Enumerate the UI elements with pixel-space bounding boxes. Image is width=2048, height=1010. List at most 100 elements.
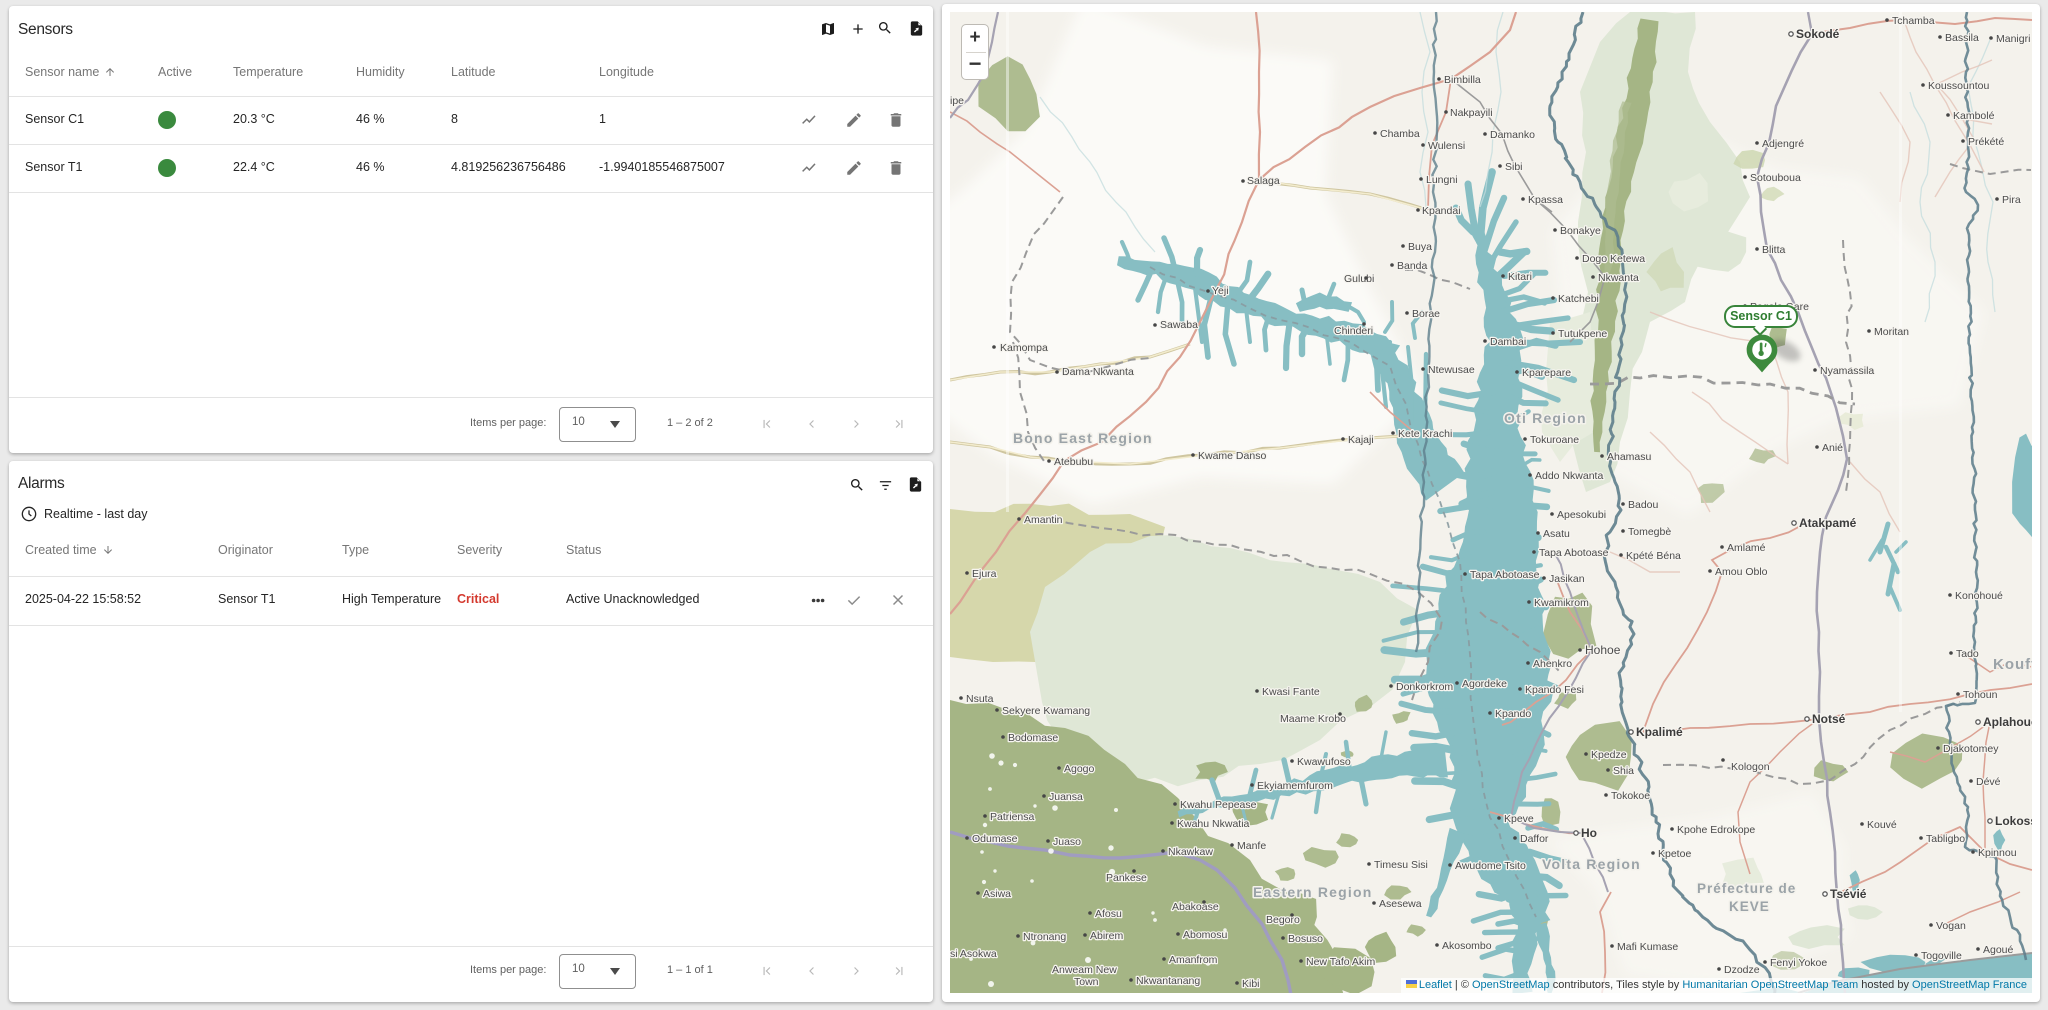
svg-text:Bodomase: Bodomase [1008, 732, 1058, 744]
svg-text:Dzodze: Dzodze [1724, 964, 1760, 976]
svg-text:Blitta: Blitta [1762, 244, 1786, 256]
svg-text:Sekyere Kwamang: Sekyere Kwamang [1002, 705, 1090, 717]
svg-text:Tokokoe: Tokokoe [1611, 790, 1650, 802]
svg-text:Kologon: Kologon [1731, 761, 1770, 773]
svg-text:Aplahoué: Aplahoué [1983, 715, 2032, 729]
svg-text:Begoro: Begoro [1266, 914, 1300, 926]
svg-text:Tokuroane: Tokuroane [1530, 434, 1579, 446]
svg-text:Tapa Abotoase: Tapa Abotoase [1470, 569, 1540, 581]
svg-text:Amantin: Amantin [1024, 514, 1063, 526]
svg-text:Adjengré: Adjengré [1762, 138, 1804, 150]
svg-text:Borae: Borae [1412, 308, 1440, 320]
svg-text:Nyamassila: Nyamassila [1820, 365, 1874, 377]
svg-text:Pira: Pira [2002, 194, 2021, 206]
svg-text:Dama Nkwanta: Dama Nkwanta [1062, 366, 1134, 378]
svg-text:Fenyi Yokoe: Fenyi Yokoe [1770, 957, 1827, 969]
svg-text:Ho: Ho [1581, 826, 1597, 840]
svg-text:Lokossa: Lokossa [1995, 814, 2032, 828]
svg-text:si Asokwa: si Asokwa [950, 948, 997, 960]
svg-text:Sawaba: Sawaba [1160, 319, 1198, 331]
svg-text:Agordeke: Agordeke [1462, 678, 1507, 690]
svg-text:Dogo Ketewa: Dogo Ketewa [1582, 253, 1645, 265]
svg-text:Jasikan: Jasikan [1549, 573, 1585, 585]
svg-text:Awudome Tsito: Awudome Tsito [1455, 860, 1526, 872]
svg-text:Wulensi: Wulensi [1428, 140, 1465, 152]
svg-text:Yeji: Yeji [1212, 285, 1229, 297]
svg-text:Amlamé: Amlamé [1727, 542, 1766, 554]
svg-text:Mafi Kumase: Mafi Kumase [1617, 941, 1678, 953]
svg-text:Shia: Shia [1613, 765, 1634, 777]
svg-text:Eastern Region: Eastern Region [1253, 884, 1373, 900]
svg-text:Kpandai: Kpandai [1422, 205, 1461, 217]
svg-text:Sotouboua: Sotouboua [1750, 172, 1801, 184]
svg-text:Vogan: Vogan [1936, 920, 1966, 932]
svg-text:Tohoun: Tohoun [1963, 689, 1998, 701]
svg-text:Tutukpene: Tutukpene [1558, 328, 1607, 340]
svg-text:Atebubu: Atebubu [1054, 456, 1093, 468]
svg-text:Volta Region: Volta Region [1542, 856, 1641, 872]
svg-text:Banda: Banda [1397, 260, 1428, 272]
svg-text:New Tafo Akim: New Tafo Akim [1306, 956, 1376, 968]
svg-text:Damanko: Damanko [1490, 129, 1535, 141]
svg-text:Kouffo: Kouffo [1993, 656, 2032, 673]
svg-text:Abomosu: Abomosu [1183, 929, 1228, 941]
svg-text:Bassila: Bassila [1945, 32, 1979, 44]
svg-text:Kwawufoso: Kwawufoso [1297, 756, 1351, 768]
svg-text:Nsuta: Nsuta [966, 693, 994, 705]
svg-text:Nakpayili: Nakpayili [1450, 107, 1493, 119]
svg-text:Tado: Tado [1956, 648, 1979, 660]
svg-text:Djakotomey: Djakotomey [1943, 743, 1999, 755]
svg-text:Asiwa: Asiwa [983, 888, 1011, 900]
svg-text:Ejura: Ejura [972, 568, 997, 580]
svg-text:Tchamba: Tchamba [1892, 15, 1935, 27]
svg-text:Anié: Anié [1822, 442, 1843, 454]
svg-text:Amou Oblo: Amou Oblo [1715, 566, 1768, 578]
svg-text:Asesewa: Asesewa [1379, 898, 1422, 910]
svg-text:Odumase: Odumase [972, 833, 1018, 845]
svg-text:Tomegbè: Tomegbè [1628, 526, 1671, 538]
svg-text:Oti Region: Oti Region [1504, 410, 1587, 426]
svg-text:KEVE: KEVE [1729, 899, 1770, 914]
svg-text:Agoué: Agoué [1983, 944, 2014, 956]
svg-text:Juaso: Juaso [1053, 836, 1081, 848]
svg-text:Town: Town [1074, 976, 1099, 988]
svg-text:Bonakye: Bonakye [1560, 225, 1601, 237]
svg-text:Kpando Fesi: Kpando Fesi [1525, 684, 1584, 696]
svg-text:Lungni: Lungni [1426, 174, 1458, 186]
svg-text:Kpohe Edrokope: Kpohe Edrokope [1677, 824, 1755, 836]
svg-text:Akosombo: Akosombo [1442, 940, 1492, 952]
svg-text:Bosuso: Bosuso [1288, 933, 1323, 945]
svg-text:Abirem: Abirem [1090, 930, 1124, 942]
svg-text:Tapa Abotoase: Tapa Abotoase [1539, 547, 1609, 559]
svg-text:Kibi: Kibi [1242, 978, 1260, 990]
svg-text:Addo Nkwanta: Addo Nkwanta [1535, 470, 1603, 482]
svg-text:Abakoase: Abakoase [1172, 901, 1219, 913]
svg-text:Kpété Béna: Kpété Béna [1626, 550, 1681, 562]
svg-text:Buya: Buya [1408, 241, 1432, 253]
svg-text:Togoville: Togoville [1921, 950, 1962, 962]
svg-text:Ekyiamemfurom: Ekyiamemfurom [1257, 780, 1333, 792]
svg-text:Hohoe: Hohoe [1585, 643, 1621, 657]
svg-text:Bono East Region: Bono East Region [1013, 430, 1153, 446]
svg-text:Ntronang: Ntronang [1023, 931, 1066, 943]
svg-text:Salaga: Salaga [1247, 175, 1280, 187]
svg-text:Sibi: Sibi [1505, 161, 1523, 173]
svg-text:Manigri: Manigri [1996, 33, 2030, 45]
svg-text:Nkwantanang: Nkwantanang [1136, 975, 1200, 987]
svg-text:Amanfrom: Amanfrom [1169, 954, 1218, 966]
svg-text:Kete Krachi: Kete Krachi [1398, 428, 1452, 440]
svg-text:Kouvé: Kouvé [1867, 819, 1897, 831]
svg-text:Kparepare: Kparepare [1522, 367, 1571, 379]
svg-text:Ahenkro: Ahenkro [1533, 658, 1572, 670]
svg-text:Maame Krobo: Maame Krobo [1280, 713, 1346, 725]
svg-text:ipe: ipe [950, 95, 964, 107]
svg-text:Kwame Danso: Kwame Danso [1198, 450, 1266, 462]
svg-text:Apesokubi: Apesokubi [1557, 509, 1606, 521]
svg-text:Koussountou: Koussountou [1928, 80, 1989, 92]
svg-text:Kambolé: Kambolé [1953, 110, 1995, 122]
svg-text:Kwamikrom: Kwamikrom [1534, 597, 1589, 609]
svg-text:Anweam New: Anweam New [1052, 964, 1117, 976]
svg-text:Dévé: Dévé [1976, 776, 2001, 788]
svg-text:Notsé: Notsé [1812, 712, 1846, 726]
svg-text:Atakpamé: Atakpamé [1799, 516, 1857, 530]
